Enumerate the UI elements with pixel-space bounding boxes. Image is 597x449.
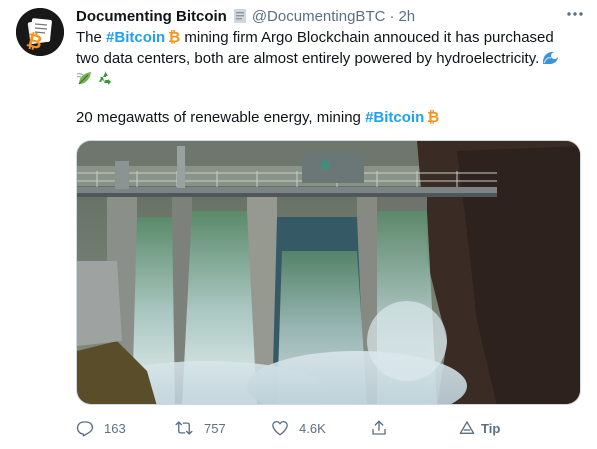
avatar[interactable]: ₿ <box>16 8 64 56</box>
svg-text:₿: ₿ <box>168 29 180 44</box>
display-name[interactable]: Documenting Bitcoin <box>76 8 227 25</box>
tweet[interactable]: ₿ Documenting Bitcoin @DocumentingBTC · … <box>0 0 597 449</box>
recycle-icon <box>99 71 111 85</box>
reply-button[interactable]: 163 <box>76 414 126 442</box>
timestamp[interactable]: 2h <box>398 8 415 25</box>
tip-icon <box>459 421 475 434</box>
dam-photo <box>77 141 580 404</box>
user-handle[interactable]: @DocumentingBTC <box>252 8 386 25</box>
like-count: 4.6K <box>299 420 326 436</box>
separator-dot: · <box>389 7 395 25</box>
share-icon <box>372 420 386 435</box>
more-dots-icon <box>567 12 583 16</box>
hashtag-bitcoin[interactable]: #Bitcoin <box>365 109 424 126</box>
bitcoin-emoji-icon: ₿ <box>427 109 439 124</box>
retweet-button[interactable]: 757 <box>174 414 226 442</box>
reply-count: 163 <box>104 420 126 436</box>
tweet-actions: 163 757 4.6K Tip <box>76 414 581 442</box>
tip-button[interactable]: Tip <box>459 414 500 442</box>
reply-icon <box>76 421 94 437</box>
svg-text:₿: ₿ <box>427 109 439 124</box>
bitcoin-logo-avatar: ₿ <box>16 8 64 56</box>
tip-label: Tip <box>481 420 501 436</box>
retweet-count: 757 <box>204 420 226 436</box>
text-segment: 20 megawatts of renewable energy, mining <box>76 109 366 126</box>
more-options-button[interactable] <box>563 4 587 24</box>
tweet-header: Documenting Bitcoin @DocumentingBTC · 2h <box>76 6 415 26</box>
tweet-media[interactable] <box>76 140 581 405</box>
document-icon <box>232 8 248 24</box>
share-button[interactable] <box>370 414 388 442</box>
text-segment: The <box>76 29 107 46</box>
water-wave-icon <box>543 51 559 64</box>
like-button[interactable]: 4.6K <box>271 414 326 442</box>
retweet-icon <box>175 421 193 435</box>
tweet-text: The #Bitcoin ₿ mining firm Argo Blockchai… <box>76 28 581 90</box>
tweet-text-line: 20 megawatts of renewable energy, mining… <box>76 108 581 128</box>
heart-icon <box>272 420 288 436</box>
bitcoin-emoji-icon: ₿ <box>168 29 180 44</box>
hashtag-bitcoin[interactable]: #Bitcoin <box>106 29 165 46</box>
leaf-wind-icon <box>76 72 91 85</box>
